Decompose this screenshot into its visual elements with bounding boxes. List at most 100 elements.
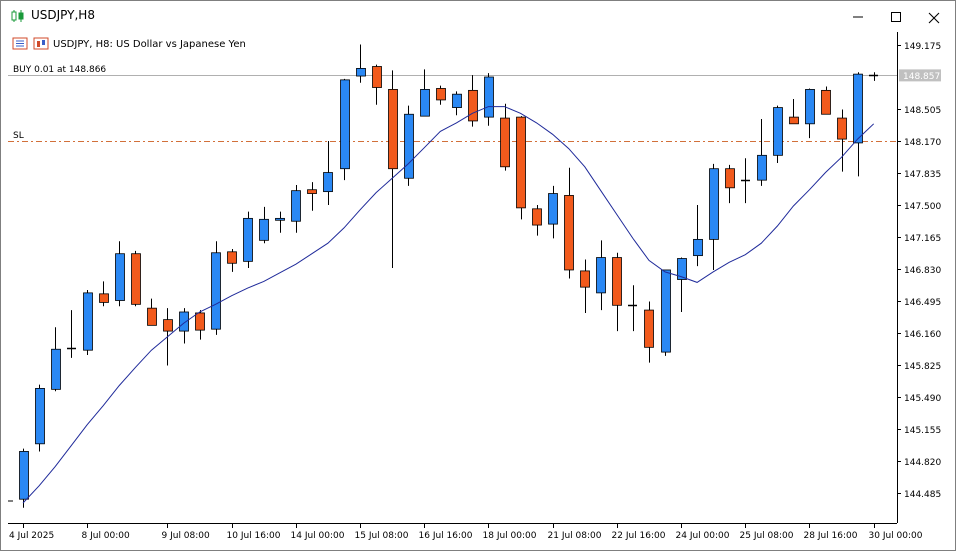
- candle-body: [821, 89, 831, 115]
- window-title: USDJPY,H8: [31, 8, 95, 22]
- symbol-info: USDJPY, H8: US Dollar vs Japanese Yen: [53, 39, 246, 50]
- candle-body: [484, 76, 494, 118]
- price-tick-label: 147.500: [904, 202, 941, 212]
- candle-body: [35, 388, 45, 445]
- current-price-tag: 148.857: [899, 69, 941, 82]
- price-tick-label: 145.825: [904, 362, 941, 372]
- candle: [83, 290, 93, 355]
- candle-body: [211, 252, 221, 330]
- candle-body: [789, 116, 799, 125]
- candle: [661, 269, 671, 356]
- candle-body: [307, 189, 317, 194]
- candle-body: [773, 107, 783, 156]
- candle-body: [693, 238, 703, 257]
- candle: [131, 250, 141, 307]
- candle-body: [179, 311, 189, 332]
- minimize-button[interactable]: [839, 3, 877, 31]
- candle-body: [644, 309, 654, 348]
- current-price-label: 148.857: [903, 72, 940, 82]
- candle-body: [853, 73, 863, 144]
- candle-body: [468, 89, 478, 122]
- candle: [211, 241, 221, 335]
- candle-body: [452, 93, 462, 108]
- time-tick-label: 10 Jul 16:00: [227, 531, 281, 541]
- candle-body: [516, 116, 526, 209]
- candle-body: [372, 66, 382, 88]
- candle-body: [805, 89, 815, 125]
- candle-body: [51, 348, 61, 390]
- candle-body: [837, 117, 847, 140]
- chart-area[interactable]: 149.175 148.505 148.170 147.835 147.500 147.1…: [8, 32, 950, 545]
- candle-body: [548, 193, 558, 225]
- price-tick-label: 145.155: [904, 426, 941, 436]
- time-tick-label: 9 Jul 08:00: [162, 531, 211, 541]
- candle-body: [661, 269, 671, 353]
- candle-body: [163, 319, 173, 332]
- time-tick-label: 16 Jul 16:00: [419, 531, 473, 541]
- sl-label: SL: [13, 131, 24, 141]
- time-tick-label: 8 Jul 00:00: [82, 531, 131, 541]
- candle-body: [291, 190, 301, 222]
- price-tick-label: 149.175: [904, 42, 941, 52]
- minimize-icon: [853, 16, 863, 18]
- price-tick-label: 146.495: [904, 298, 941, 308]
- candlestick-app-icon: [11, 10, 24, 22]
- price-tick-label: 145.490: [904, 394, 941, 404]
- candle-body: [340, 79, 350, 170]
- indicator-list-icon[interactable]: [12, 37, 28, 50]
- candle-body: [388, 89, 398, 170]
- time-tick-label: 25 Jul 08:00: [740, 531, 794, 541]
- candle: [773, 105, 783, 163]
- price-chart[interactable]: 149.175 148.505 148.170 147.835 147.500 147.1…: [8, 32, 950, 545]
- candle: [243, 211, 253, 269]
- price-tick-label: 146.160: [904, 330, 941, 340]
- candle-body: [147, 307, 157, 326]
- maximize-button[interactable]: [877, 3, 915, 31]
- candle-body: [436, 88, 446, 101]
- time-tick-label: 22 Jul 16:00: [612, 531, 666, 541]
- price-tick-label: 144.820: [904, 458, 941, 468]
- title-bar[interactable]: USDJPY,H8: [1, 1, 955, 31]
- close-button[interactable]: [915, 3, 953, 31]
- price-tick-label: 146.830: [904, 266, 941, 276]
- candle: [516, 116, 526, 220]
- candle-body: [243, 217, 253, 262]
- candle: [35, 384, 45, 452]
- price-axis: 149.175 148.505 148.170 147.835 147.500 147.1…: [897, 42, 941, 500]
- time-tick-label: 24 Jul 00:00: [676, 531, 730, 541]
- candle-body: [227, 251, 237, 264]
- chart-window: USDJPY,H8 149.175 148.505 148.170 147.835 14…: [0, 0, 956, 551]
- candle: [340, 78, 350, 181]
- candle-body: [596, 257, 606, 294]
- time-tick-label: 21 Jul 08:00: [548, 531, 602, 541]
- candle-body: [131, 253, 141, 305]
- chart-symbol-icon[interactable]: [33, 37, 49, 50]
- time-tick-label: 30 Jul 00:00: [869, 531, 923, 541]
- candle-body: [709, 168, 719, 240]
- candle-body: [757, 154, 767, 181]
- candle-body: [195, 312, 205, 331]
- candle-body: [323, 172, 333, 193]
- candle-body: [580, 270, 590, 288]
- candle-body: [725, 168, 735, 189]
- time-tick-label: 18 Jul 00:00: [483, 531, 537, 541]
- candle-body: [83, 292, 93, 351]
- price-tick-label: 144.485: [904, 490, 941, 500]
- price-tick-label: 148.170: [904, 138, 941, 148]
- candle: [404, 105, 414, 186]
- candle-body: [564, 195, 574, 271]
- price-tick-label: 147.835: [904, 170, 941, 180]
- maximize-icon: [891, 12, 901, 22]
- position-label: BUY 0.01 at 148.866: [13, 65, 106, 75]
- close-icon: [928, 12, 940, 23]
- time-tick-label: 14 Jul 00:00: [291, 531, 345, 541]
- candle-body: [404, 113, 414, 179]
- candle-body: [259, 218, 269, 241]
- candle-body: [99, 293, 109, 303]
- candle-body: [356, 68, 366, 77]
- candle-body: [532, 208, 542, 226]
- candle-body: [19, 451, 29, 500]
- price-tick-label: 147.165: [904, 234, 941, 244]
- candle-body: [275, 217, 285, 221]
- time-tick-label: 4 Jul 2025: [9, 531, 54, 541]
